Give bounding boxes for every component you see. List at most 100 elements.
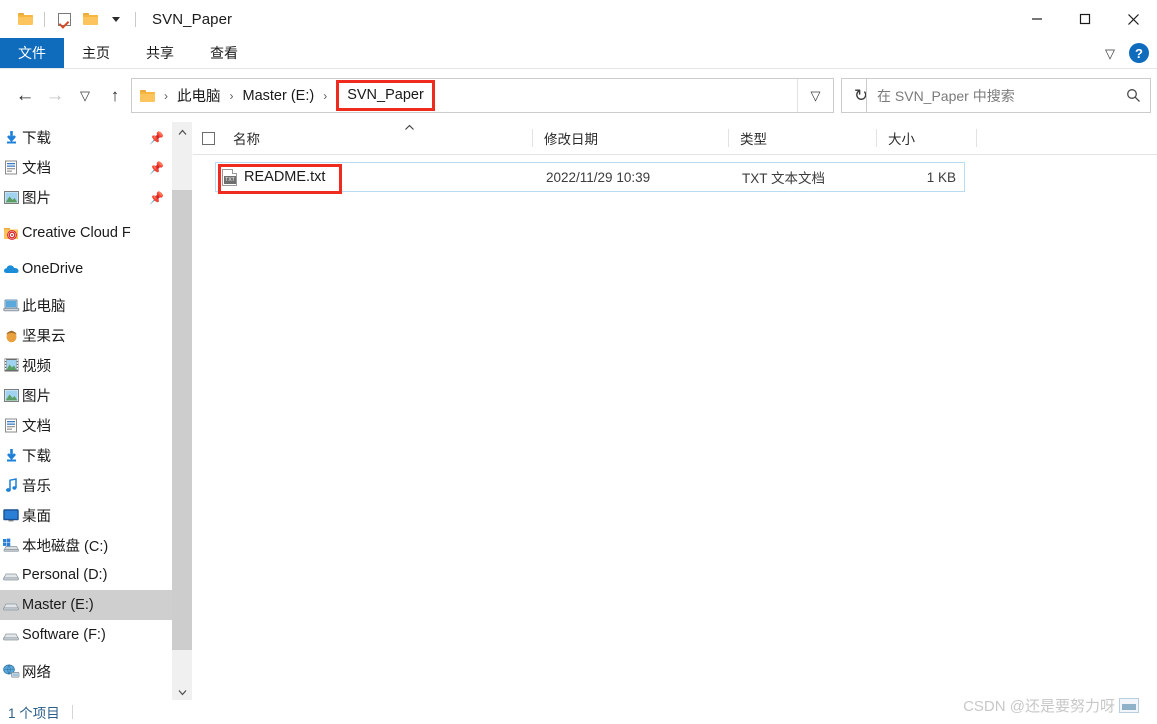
ribbon-right-controls: ▽ ? [1105, 38, 1149, 68]
sidebar-item-downloads-quick[interactable]: 下载 📌 [0, 122, 172, 152]
sidebar-scrollbar[interactable] [172, 122, 192, 702]
help-button[interactable]: ? [1129, 43, 1149, 63]
sidebar-item-nutstore[interactable]: 坚果云 [0, 320, 172, 350]
breadcrumb: › 此电脑 › Master (E:) › SVN_Paper [132, 79, 797, 112]
address-bar[interactable]: › 此电脑 › Master (E:) › SVN_Paper ▽ [131, 78, 834, 113]
maximize-button[interactable] [1061, 0, 1109, 38]
pictures-icon [0, 388, 22, 402]
sidebar-item-pictures-quick[interactable]: 图片 📌 [0, 182, 172, 212]
ribbon-tabs: 文件 主页 共享 查看 ▽ ? [0, 38, 1157, 68]
back-button[interactable]: ← [10, 81, 40, 111]
drive-icon [0, 599, 22, 611]
breadcrumb-item-master-e[interactable]: Master (E:) [241, 88, 317, 104]
breadcrumb-highlight-box: SVN_Paper [336, 80, 435, 111]
sidebar-label: Software (F:) [22, 627, 106, 643]
sidebar-item-documents-quick[interactable]: 文档 📌 [0, 152, 172, 182]
sidebar-label: Master (E:) [22, 597, 94, 613]
sidebar-item-master-e[interactable]: Master (E:) [0, 590, 172, 620]
scroll-up-button[interactable] [172, 122, 192, 142]
title-bar: SVN_Paper [0, 0, 1157, 38]
breadcrumb-separator: › [164, 88, 168, 103]
pictures-icon [0, 190, 22, 204]
sidebar-item-pictures[interactable]: 图片 [0, 380, 172, 410]
sidebar-label: 桌面 [22, 508, 51, 525]
sidebar-item-personal-d[interactable]: Personal (D:) [0, 560, 172, 590]
file-explorer-window: SVN_Paper 文件 主页 共享 查看 ▽ ? ← → ▽ ↑ › 此电脑 … [0, 0, 1157, 724]
sidebar-item-network[interactable]: 网络 [0, 656, 172, 686]
sidebar-item-downloads[interactable]: 下载 [0, 440, 172, 470]
csdn-watermark: CSDN @还是要努力呀 [963, 695, 1139, 716]
sidebar-label: 本地磁盘 (C:) [22, 538, 109, 555]
up-button[interactable]: ↑ [100, 81, 130, 111]
minimize-button[interactable] [1013, 0, 1061, 38]
window-controls [1013, 0, 1157, 38]
search-icon[interactable] [1116, 88, 1150, 103]
sidebar-item-software-f[interactable]: Software (F:) [0, 620, 172, 650]
pin-icon: 📌 [149, 161, 164, 175]
file-type: TXT 文本文档 [742, 171, 826, 186]
column-header-name[interactable]: 名称 [223, 122, 533, 154]
sidebar-item-creative-cloud-files[interactable]: Creative Cloud F [0, 218, 172, 248]
windows-drive-icon [0, 538, 22, 552]
folder-icon[interactable] [12, 6, 38, 32]
sidebar-item-desktop[interactable]: 桌面 [0, 500, 172, 530]
sidebar-label: 坚果云 [22, 328, 66, 345]
search-input[interactable]: 在 SVN_Paper 中搜索 [867, 86, 1116, 106]
breadcrumb-separator-2: › [229, 88, 234, 103]
back-arrow-icon: ← [15, 85, 35, 106]
forward-button[interactable]: → [40, 81, 70, 111]
sidebar-item-music[interactable]: 音乐 [0, 470, 172, 500]
item-count: 1 个项目 [8, 706, 60, 721]
tab-share[interactable]: 共享 [128, 38, 192, 68]
sidebar-item-this-pc[interactable]: 此电脑 [0, 290, 172, 320]
sidebar-item-local-disk-c[interactable]: 本地磁盘 (C:) [0, 530, 172, 560]
new-folder-icon[interactable] [77, 6, 103, 32]
properties-icon[interactable] [51, 6, 77, 32]
sidebar-item-onedrive[interactable]: OneDrive [0, 254, 172, 284]
navigation-sidebar[interactable]: 下载 📌 文档 📌 图片 📌 Creative Cloud F OneDrive… [0, 122, 172, 702]
chevron-down-icon: ▽ [80, 88, 90, 103]
forward-arrow-icon: → [45, 85, 65, 106]
sidebar-item-documents[interactable]: 文档 [0, 410, 172, 440]
breadcrumb-item-svn-paper[interactable]: SVN_Paper [345, 87, 426, 103]
status-divider [71, 705, 73, 719]
sidebar-item-videos[interactable]: 视频 [0, 350, 172, 380]
scroll-down-button[interactable] [172, 682, 192, 702]
column-header-date[interactable]: 修改日期 [533, 122, 729, 154]
select-all-checkbox[interactable] [193, 122, 223, 154]
download-icon [0, 448, 22, 463]
creative-cloud-folder-icon [0, 226, 22, 240]
toolbar-divider-2 [135, 11, 136, 27]
search-box[interactable]: 在 SVN_Paper 中搜索 [866, 78, 1151, 113]
address-dropdown-icon[interactable]: ▽ [797, 79, 833, 112]
up-arrow-icon: ↑ [110, 86, 120, 105]
scrollbar-thumb[interactable] [172, 190, 192, 650]
breadcrumb-item-this-pc[interactable]: 此电脑 [175, 85, 223, 106]
customize-dropdown-icon[interactable] [103, 6, 129, 32]
sidebar-label: 音乐 [22, 478, 51, 495]
column-header-type[interactable]: 类型 [729, 122, 877, 154]
sort-ascending-icon [404, 123, 415, 134]
onedrive-icon [0, 263, 22, 275]
videos-icon [0, 358, 22, 372]
column-headers: 名称 修改日期 类型 大小 [193, 122, 1157, 154]
recent-locations-button[interactable]: ▽ [70, 81, 100, 111]
window-title: SVN_Paper [152, 10, 233, 28]
chevron-down-icon[interactable]: ▽ [1105, 47, 1115, 60]
breadcrumb-separator-3: › [323, 88, 328, 103]
network-icon [0, 664, 22, 678]
column-label: 大小 [888, 132, 915, 147]
tab-home[interactable]: 主页 [64, 38, 128, 68]
sidebar-label: 图片 [22, 190, 51, 207]
table-row[interactable]: TXT README.txt 2022/11/29 10:39 TXT 文本文档… [215, 162, 965, 194]
sidebar-label: OneDrive [22, 261, 84, 277]
column-header-size[interactable]: 大小 [877, 122, 977, 154]
column-label: 名称 [233, 132, 260, 147]
file-name-cell[interactable]: TXT README.txt [216, 163, 546, 194]
desktop-icon [0, 508, 22, 522]
tab-file[interactable]: 文件 [0, 38, 64, 68]
tab-view[interactable]: 查看 [192, 38, 256, 68]
close-button[interactable] [1109, 0, 1157, 38]
watermark-text: CSDN @还是要努力呀 [963, 698, 1115, 715]
this-pc-icon [0, 298, 22, 312]
